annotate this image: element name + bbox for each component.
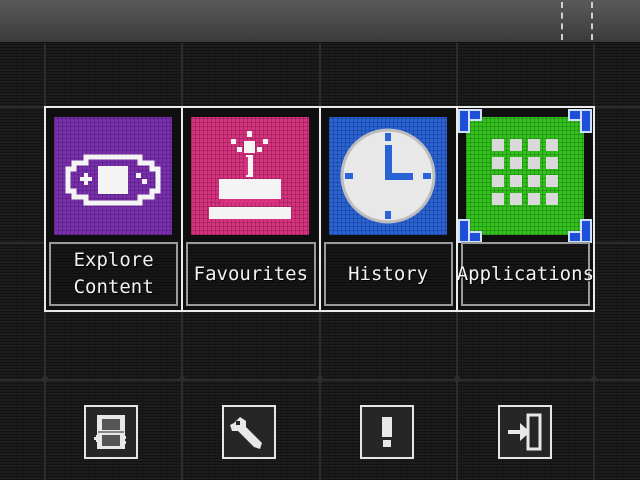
grid-dot <box>317 376 323 382</box>
gamepad-icon <box>65 154 161 206</box>
info-button[interactable] <box>360 405 414 459</box>
selection-corner <box>457 109 482 133</box>
tile-label: Applications <box>456 262 595 285</box>
tile-history[interactable]: History <box>321 108 458 310</box>
tile-label-box: Explore Content <box>49 242 179 306</box>
console-button[interactable] <box>84 405 138 459</box>
selection-corner <box>457 219 482 243</box>
main-menu-tiles: Explore Content Favourites History Appli… <box>44 106 595 312</box>
grid-dot <box>42 376 48 382</box>
app-grid-icon <box>491 139 558 205</box>
favourites-icon-box <box>191 117 310 235</box>
explore-content-icon-box <box>54 117 172 235</box>
status-bar-divider <box>561 2 563 40</box>
tile-explore-content[interactable]: Explore Content <box>46 108 184 310</box>
status-bar-divider <box>591 2 593 40</box>
selection-corner <box>567 219 592 243</box>
exit-door-icon <box>508 413 542 451</box>
wrench-icon <box>230 417 262 449</box>
tile-label-box: History <box>323 242 453 306</box>
settings-button[interactable] <box>222 405 276 459</box>
handheld-console-icon <box>94 415 126 449</box>
grid-dot <box>179 376 185 382</box>
tile-applications[interactable]: Applications <box>457 108 594 310</box>
tile-favourites[interactable]: Favourites <box>183 108 321 310</box>
tile-label-box: Applications <box>457 242 594 306</box>
history-icon-box <box>328 117 447 235</box>
grid-dot <box>454 376 460 382</box>
top-status-bar <box>0 0 640 43</box>
tile-label: History <box>348 262 429 285</box>
tile-label: Favourites <box>193 262 309 285</box>
cake-icon <box>209 131 292 219</box>
tile-label: Explore Content <box>73 249 154 298</box>
grid-dot <box>591 376 597 382</box>
applications-icon-box <box>457 109 592 243</box>
selection-corner <box>567 109 592 133</box>
clock-icon <box>340 128 435 224</box>
info-exclamation-icon <box>382 417 392 447</box>
tile-label-box: Favourites <box>186 242 316 306</box>
exit-button[interactable] <box>498 405 552 459</box>
